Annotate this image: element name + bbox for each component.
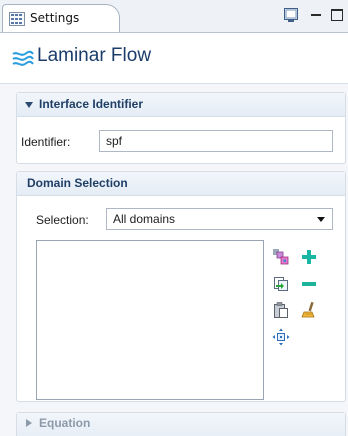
minimize-icon[interactable] <box>309 7 325 23</box>
equation-header[interactable]: Equation <box>17 413 345 436</box>
page-title: Laminar Flow <box>37 45 152 66</box>
section-title: Interface Identifier <box>39 97 144 111</box>
settings-window: Settings Laminar Flow Interface Identifi… <box>0 0 348 436</box>
domain-list[interactable] <box>36 240 264 400</box>
collapse-triangle-icon[interactable] <box>25 102 33 108</box>
selection-label: Selection: <box>36 213 89 227</box>
select-domains-icon[interactable] <box>272 248 290 266</box>
domain-selection-section: Domain Selection Selection: All domains <box>16 171 346 402</box>
paste-icon[interactable] <box>272 301 290 319</box>
identifier-label: Identifier: <box>21 135 71 149</box>
domain-selection-header: Domain Selection <box>17 172 345 196</box>
tab-label: Settings <box>30 11 80 25</box>
tab-settings[interactable]: Settings <box>2 4 120 32</box>
settings-grid-icon <box>9 12 25 26</box>
clear-selection-icon[interactable] <box>300 301 318 319</box>
selection-dropdown[interactable]: All domains <box>106 208 333 230</box>
interface-identifier-section: Interface Identifier Identifier: spf <box>16 92 346 164</box>
interface-identifier-header[interactable]: Interface Identifier <box>17 93 345 117</box>
add-icon[interactable] <box>300 248 318 266</box>
identifier-field[interactable]: spf <box>99 130 333 152</box>
laminar-flow-icon <box>12 50 34 66</box>
chevron-down-icon <box>317 217 325 222</box>
show-screen-icon[interactable] <box>283 7 299 23</box>
move-to-selection-icon[interactable] <box>272 275 290 293</box>
remove-icon[interactable] <box>300 275 318 293</box>
page-header: Laminar Flow <box>0 33 348 84</box>
section-title: Equation <box>39 416 91 430</box>
expand-triangle-icon[interactable] <box>26 419 32 427</box>
section-title: Domain Selection <box>27 176 128 190</box>
selection-value: All domains <box>113 212 176 226</box>
tab-bar: Settings <box>0 0 348 33</box>
zoom-to-selection-icon[interactable] <box>272 328 290 346</box>
equation-section: Equation <box>16 412 346 436</box>
maximize-icon[interactable] <box>329 7 345 23</box>
